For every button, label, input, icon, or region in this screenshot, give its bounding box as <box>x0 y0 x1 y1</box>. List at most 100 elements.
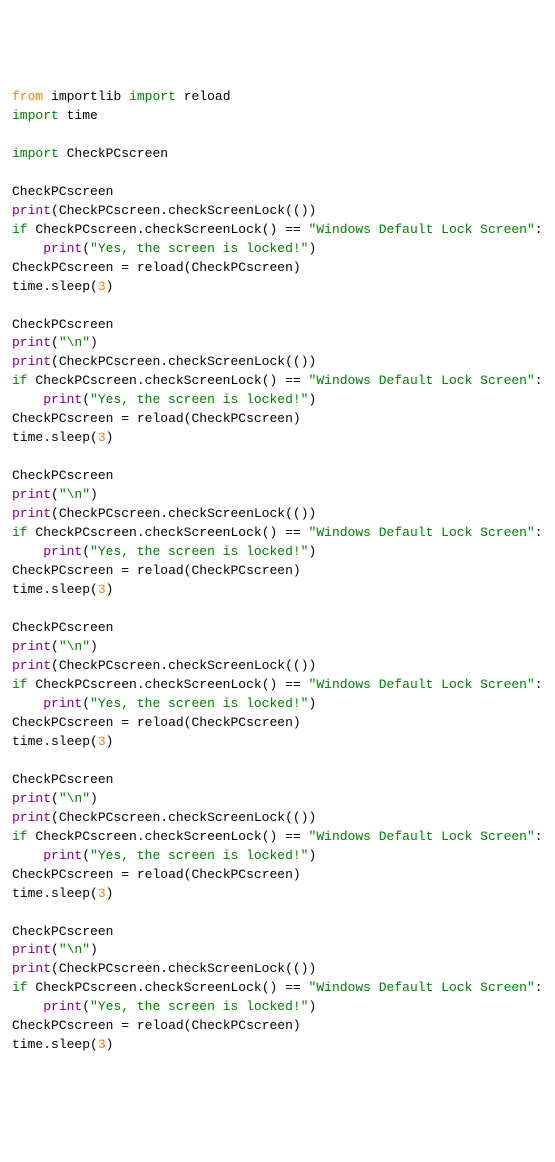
token: reload <box>137 867 184 882</box>
token: = <box>121 260 129 275</box>
token: import <box>129 89 176 104</box>
token: print <box>12 961 51 976</box>
token: if <box>12 373 28 388</box>
token: 3 <box>98 430 106 445</box>
token: : <box>535 677 543 692</box>
token: "Yes, the screen is locked!" <box>90 392 308 407</box>
token: checkScreenLock <box>145 829 262 844</box>
token: ( <box>51 639 59 654</box>
token: checkScreenLock <box>145 980 262 995</box>
token: CheckPCscreen <box>35 980 136 995</box>
token: . <box>160 961 168 976</box>
token: ( <box>90 734 98 749</box>
token: ( <box>285 961 293 976</box>
token: CheckPCscreen <box>191 715 292 730</box>
token: reload <box>137 1018 184 1033</box>
token: ( <box>285 658 293 673</box>
token: print <box>12 791 51 806</box>
token: CheckPCscreen <box>59 810 160 825</box>
token: "Yes, the screen is locked!" <box>90 848 308 863</box>
token: ( <box>90 279 98 294</box>
token: time <box>12 734 43 749</box>
token: . <box>137 525 145 540</box>
token: sleep <box>51 886 90 901</box>
token: CheckPCscreen <box>191 411 292 426</box>
token: . <box>160 354 168 369</box>
token: . <box>137 829 145 844</box>
token: ( <box>51 354 59 369</box>
token: . <box>160 506 168 521</box>
token: ) <box>293 1018 301 1033</box>
token: reload <box>137 715 184 730</box>
token: ( <box>51 335 59 350</box>
token: == <box>285 373 301 388</box>
token: CheckPCscreen <box>35 829 136 844</box>
token: CheckPCscreen <box>191 563 292 578</box>
token: CheckPCscreen <box>12 620 113 635</box>
token: time <box>12 582 43 597</box>
token: time <box>12 1037 43 1052</box>
token: == <box>285 980 301 995</box>
token: ( <box>262 222 270 237</box>
token: ()) <box>293 506 316 521</box>
token: ) <box>90 942 98 957</box>
token: ()) <box>293 658 316 673</box>
token: ) <box>308 696 316 711</box>
token: ( <box>51 791 59 806</box>
token: ( <box>51 961 59 976</box>
token: ) <box>293 260 301 275</box>
token: ( <box>285 506 293 521</box>
token: checkScreenLock <box>168 810 285 825</box>
token: "Windows Default Lock Screen" <box>309 677 535 692</box>
token: print <box>12 506 51 521</box>
token: CheckPCscreen <box>12 411 113 426</box>
token: ( <box>90 1037 98 1052</box>
token: == <box>285 525 301 540</box>
token: ()) <box>293 961 316 976</box>
token: 3 <box>98 1037 106 1052</box>
token: ( <box>184 867 192 882</box>
token: ) <box>90 335 98 350</box>
token: ( <box>51 810 59 825</box>
token: ) <box>106 582 114 597</box>
token: ( <box>82 392 90 407</box>
token: ( <box>51 942 59 957</box>
token: ) <box>270 222 278 237</box>
token: checkScreenLock <box>168 354 285 369</box>
token: importlib <box>51 89 121 104</box>
token: ) <box>90 487 98 502</box>
token: CheckPCscreen <box>12 924 113 939</box>
token: sleep <box>51 582 90 597</box>
token: . <box>43 279 51 294</box>
token: ) <box>270 829 278 844</box>
token: if <box>12 829 28 844</box>
token: CheckPCscreen <box>59 203 160 218</box>
token: ) <box>308 848 316 863</box>
token: = <box>121 411 129 426</box>
token: CheckPCscreen <box>12 563 113 578</box>
token: "Yes, the screen is locked!" <box>90 544 308 559</box>
token: ()) <box>293 203 316 218</box>
token: CheckPCscreen <box>191 867 292 882</box>
token: time <box>12 886 43 901</box>
token: if <box>12 980 28 995</box>
token: checkScreenLock <box>145 222 262 237</box>
token: . <box>137 222 145 237</box>
token: == <box>285 677 301 692</box>
token: "\n" <box>59 791 90 806</box>
code-block: from importlib import reload import time… <box>12 88 543 1055</box>
token: "Yes, the screen is locked!" <box>90 696 308 711</box>
token: ) <box>270 677 278 692</box>
token: CheckPCscreen <box>35 677 136 692</box>
token: print <box>43 241 82 256</box>
token: = <box>121 563 129 578</box>
token: . <box>43 886 51 901</box>
token: print <box>43 848 82 863</box>
token: time <box>67 108 98 123</box>
token: . <box>160 203 168 218</box>
token: checkScreenLock <box>168 658 285 673</box>
token: = <box>121 715 129 730</box>
token: print <box>12 810 51 825</box>
token: = <box>121 867 129 882</box>
token: CheckPCscreen <box>59 658 160 673</box>
